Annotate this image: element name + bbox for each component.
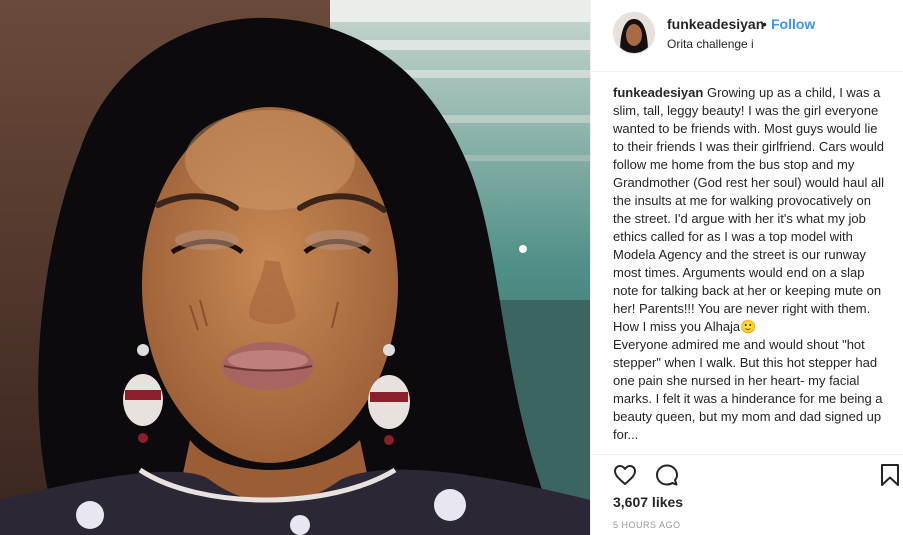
avatar[interactable] <box>613 12 655 54</box>
post-location[interactable]: Orita challenge i <box>667 37 754 51</box>
post-username[interactable]: funkeadesiyan <box>667 16 764 32</box>
timestamp[interactable]: 5 HOURS AGO <box>613 520 681 530</box>
post-panel: funkeadesiyan • Follow Orita challenge i… <box>590 0 903 535</box>
likes-count[interactable]: 3,607 likes <box>613 494 683 510</box>
comment-icon[interactable] <box>655 463 679 487</box>
bookmark-icon[interactable] <box>878 463 902 487</box>
caption-text-2: Everyone admired me and would shout "hot… <box>613 337 883 442</box>
caption-paragraph-1: funkeadesiyan Growing up as a child, I w… <box>613 84 885 336</box>
post-photo[interactable] <box>0 0 590 535</box>
post-caption: funkeadesiyan Growing up as a child, I w… <box>613 84 885 454</box>
caption-username[interactable]: funkeadesiyan <box>613 85 703 100</box>
caption-text-1: Growing up as a child, I was a slim, tal… <box>613 85 884 334</box>
post-photo-image <box>0 0 590 535</box>
post-actions <box>591 454 903 494</box>
separator-dot: • <box>762 16 767 32</box>
heart-icon[interactable] <box>613 463 637 487</box>
smile-emoji: 🙂 <box>740 319 757 334</box>
post-header: funkeadesiyan • Follow Orita challenge i <box>591 0 903 72</box>
follow-button[interactable]: Follow <box>771 16 815 32</box>
